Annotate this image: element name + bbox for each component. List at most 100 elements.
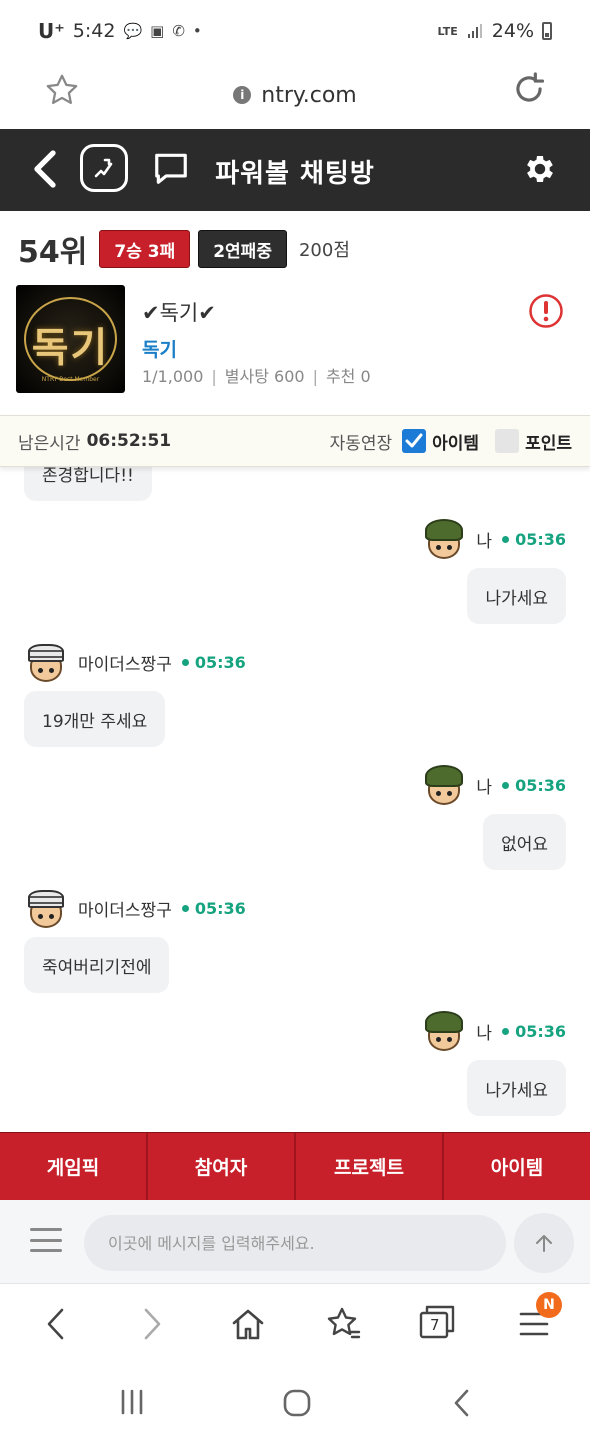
- remaining-time-label: 남은시간: [18, 433, 81, 454]
- rank-label: 54위: [18, 235, 88, 270]
- tab-game-pick[interactable]: 게임픽: [0, 1133, 148, 1200]
- sender-name: 나: [476, 531, 493, 552]
- gear-icon[interactable]: [522, 151, 558, 187]
- point-option-label[interactable]: 포인트: [525, 429, 572, 454]
- stat-separator: |: [211, 367, 217, 386]
- message-time: 05:36: [182, 653, 246, 672]
- chevron-right-icon: [144, 1308, 161, 1340]
- my-avatar[interactable]: [422, 763, 466, 807]
- message-input-bar: [0, 1200, 590, 1284]
- info-icon[interactable]: i: [233, 86, 252, 104]
- browser-home-button[interactable]: [228, 1304, 268, 1344]
- my-avatar[interactable]: [422, 517, 466, 561]
- signal-icon: [467, 24, 482, 38]
- wifi-call-icon: ✆: [172, 22, 185, 40]
- remaining-time-value: 06:52:51: [86, 431, 172, 451]
- my-avatar[interactable]: [422, 1009, 466, 1053]
- notification-badge: N: [536, 1292, 562, 1318]
- battery-percent: 24%: [491, 20, 534, 42]
- browser-tabs-button[interactable]: 7: [418, 1304, 458, 1344]
- system-navigation-bar: [0, 1364, 590, 1440]
- chatroom-tab-bar: 게임픽 참여자 프로젝트 아이템: [0, 1132, 590, 1200]
- timer-bar: 남은시간 06:52:51 자동연장 아이템 포인트: [0, 415, 590, 467]
- browser-toolbar: 7 N: [0, 1284, 590, 1364]
- profile-link[interactable]: 독기: [142, 335, 177, 362]
- bookmark-star-icon[interactable]: [44, 72, 80, 108]
- send-button[interactable]: [514, 1213, 574, 1273]
- system-back-icon[interactable]: [450, 1388, 474, 1418]
- record-badge: 7승 3패: [99, 230, 191, 268]
- sender-name: 나: [476, 1023, 493, 1044]
- tab-participants[interactable]: 참여자: [148, 1133, 296, 1200]
- clock: 5:42: [72, 20, 116, 42]
- profile-stats: 1/1,000 | 별사탕 600 | 추천 0: [142, 363, 371, 387]
- profile-name: ✔독기✔: [142, 301, 216, 325]
- message-time: 05:36: [182, 899, 246, 918]
- sender-name[interactable]: 마이더스짱구: [78, 650, 172, 675]
- item-option-label[interactable]: 아이템: [432, 429, 479, 454]
- rank-row: 54위 7승 3패 2연패중 200점: [18, 227, 350, 271]
- report-alert-icon[interactable]: [528, 293, 564, 329]
- point-checkbox[interactable]: [495, 429, 520, 453]
- browser-url-bar: i ntry.com: [0, 62, 590, 128]
- message-bubble: 19개만 주세요: [24, 691, 166, 747]
- message-bubble: 죽여버리기전에: [24, 937, 170, 993]
- page-title: 파워볼 채팅방: [215, 159, 375, 189]
- points-label: 200점: [298, 240, 350, 261]
- message-bubble: 나가세요: [467, 1060, 566, 1116]
- message-input[interactable]: [84, 1215, 506, 1271]
- message-meta: 나 05:36: [422, 763, 566, 807]
- streak-badge: 2연패중: [198, 230, 287, 268]
- image-icon: ▣: [150, 22, 165, 40]
- network-label: LTE: [437, 24, 458, 38]
- reload-icon[interactable]: [510, 70, 548, 108]
- recent-apps-icon[interactable]: [118, 1388, 146, 1416]
- home-icon: [232, 1309, 264, 1340]
- message-time: 05:36: [502, 1022, 566, 1041]
- message-bubble: 없어요: [483, 814, 566, 870]
- profile-thumbnail[interactable]: 독기 NTRY Best Member: [16, 285, 125, 393]
- auto-extend-options: 자동연장 아이템 포인트: [330, 429, 572, 454]
- home-button-icon[interactable]: [282, 1388, 312, 1418]
- stat-candy: 별사탕 600: [224, 367, 305, 386]
- tab-project[interactable]: 프로젝트: [296, 1133, 444, 1200]
- message-meta: 마이더스짱구 05:36: [24, 886, 246, 930]
- user-avatar[interactable]: [24, 886, 68, 930]
- address-field[interactable]: i ntry.com: [233, 82, 357, 108]
- auto-extend-label: 자동연장: [329, 433, 393, 454]
- browser-menu-button[interactable]: N: [514, 1292, 562, 1344]
- profile-card: 54위 7승 3패 2연패중 200점 독기 NTRY Best Member …: [0, 211, 590, 415]
- battery-icon: [542, 22, 552, 40]
- arrow-up-icon: [536, 1235, 552, 1252]
- tab-items[interactable]: 아이템: [444, 1133, 590, 1200]
- thumbnail-text: 독기: [31, 325, 110, 371]
- url-text: ntry.com: [261, 82, 357, 108]
- star-list-icon: [327, 1307, 361, 1339]
- talk-icon: 💬: [123, 22, 143, 40]
- browser-forward-button[interactable]: [132, 1304, 172, 1344]
- menu-icon[interactable]: [30, 1228, 62, 1252]
- stat-separator: |: [312, 367, 318, 386]
- message-bubble: 존경합니다!!: [24, 467, 152, 501]
- message-meta: 나 05:36: [422, 517, 566, 561]
- message-bubble: 나가세요: [467, 568, 566, 624]
- check-icon: [405, 433, 423, 448]
- stat-count: 1/1,000: [142, 367, 204, 386]
- browser-bookmarks-button[interactable]: [324, 1304, 364, 1344]
- tab-count: 7: [430, 1316, 440, 1334]
- item-checkbox[interactable]: [402, 429, 427, 453]
- sender-name[interactable]: 마이더스짱구: [78, 896, 172, 921]
- message-meta: 마이더스짱구 05:36: [24, 640, 246, 684]
- browser-back-button[interactable]: [36, 1304, 76, 1344]
- sender-name: 나: [476, 777, 493, 798]
- user-avatar[interactable]: [24, 640, 68, 684]
- dot-icon: •: [192, 22, 202, 40]
- message-time: 05:36: [502, 776, 566, 795]
- thumbnail-subtext: NTRY Best Member: [41, 376, 100, 383]
- chevron-left-icon: [47, 1308, 64, 1340]
- chatroom-header: 파워볼 채팅방: [0, 129, 590, 211]
- message-meta: 나 05:36: [422, 1009, 566, 1053]
- carrier-label: U⁺: [38, 19, 65, 43]
- status-bar: U⁺ 5:42 💬 ▣ ✆ • LTE 24%: [0, 0, 590, 62]
- chat-message-list[interactable]: 존경합니다!! 나 05:36 나가세요 마이더스짱구 05:36 19개만 주…: [0, 467, 590, 1133]
